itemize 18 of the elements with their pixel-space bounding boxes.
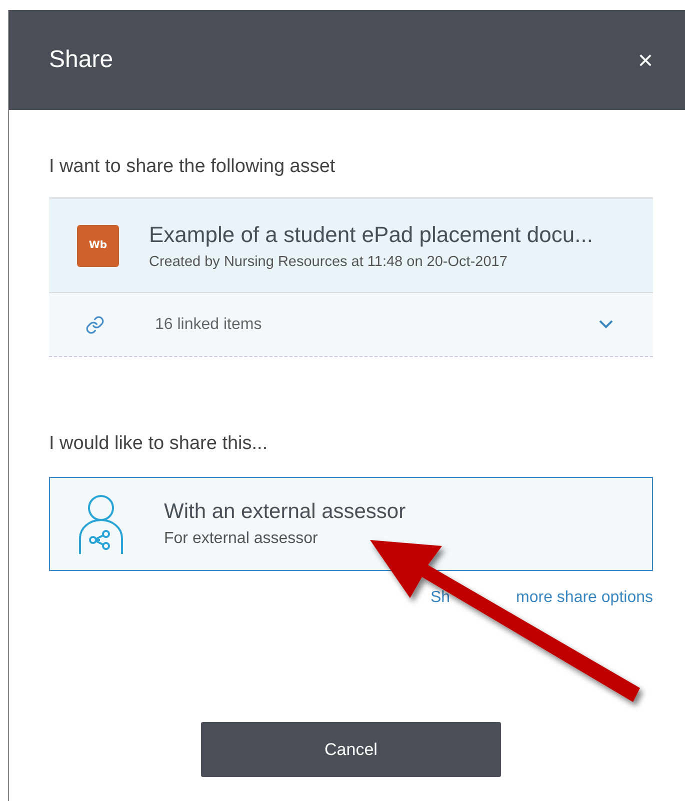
option-description: For external assessor xyxy=(164,530,319,548)
file-type-badge: Wb xyxy=(77,224,119,266)
asset-details: Created by Nursing Resources at 11:48 on 20-Oct-2017 xyxy=(149,254,508,270)
more-options-link-start[interactable]: Sh xyxy=(430,589,450,607)
link-icon xyxy=(85,314,105,334)
more-options-link[interactable]: more share options xyxy=(516,589,653,607)
linked-items-row[interactable]: 16 linked items xyxy=(49,293,653,357)
share-option[interactable]: With an external assessor For external assessor xyxy=(49,477,653,571)
person-share-icon xyxy=(78,494,124,554)
section-heading: I want to share the following asset xyxy=(49,156,336,178)
linked-items-label: 16 linked items xyxy=(155,316,263,334)
chevron-icon xyxy=(599,320,613,329)
asset-title: Example of a student ePad placement docu... xyxy=(149,222,593,248)
section-heading: I would like to share this... xyxy=(49,433,269,455)
option-title: With an external assessor xyxy=(164,500,406,524)
close-button[interactable]: × xyxy=(638,47,653,73)
cancel-button[interactable]: Cancel xyxy=(201,722,501,777)
dialog-title: Share xyxy=(49,46,114,74)
